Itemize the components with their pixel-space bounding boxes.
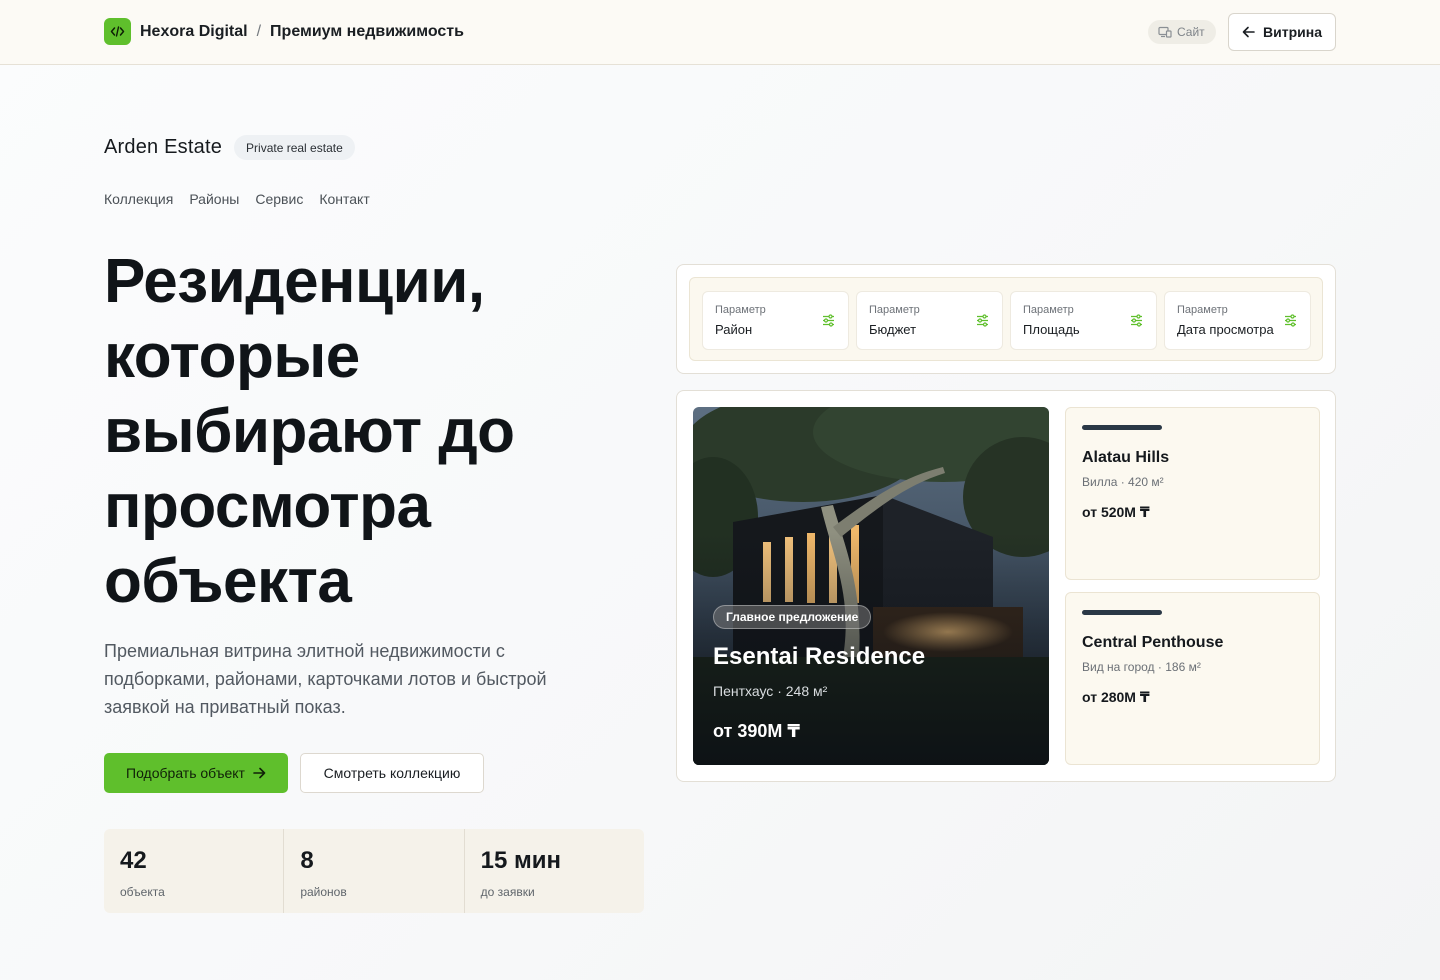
featured-badge: Главное предложение	[713, 605, 872, 629]
view-collection-label: Смотреть коллекцию	[323, 765, 461, 781]
code-icon	[104, 18, 131, 45]
estate-header: Arden Estate Private real estate	[104, 135, 355, 160]
estate-name[interactable]: Arden Estate	[104, 136, 222, 159]
filter-label: Параметр	[1177, 304, 1228, 316]
filter-value: Дата просмотра	[1177, 322, 1274, 337]
stat-item: 15 мин до заявки	[465, 829, 644, 913]
filter-label: Параметр	[1023, 304, 1074, 316]
stats-panel: 42 объекта 8 районов 15 мин до заявки	[104, 829, 644, 913]
listing-title: Central Penthouse	[1082, 634, 1224, 651]
filter-card: Параметр Район Параметр Бюджет Параметр …	[676, 264, 1336, 374]
estate-nav: Коллекция Районы Сервис Контакт	[104, 191, 370, 207]
sliders-icon	[977, 314, 988, 327]
hero-subtitle: Премиальная витрина элитной недвижимости…	[104, 641, 547, 717]
filter-viewing-date[interactable]: Параметр Дата просмотра	[1164, 291, 1311, 350]
breadcrumb-separator: /	[256, 22, 262, 40]
devices-icon	[1158, 26, 1172, 38]
arrow-left-icon	[1242, 26, 1255, 38]
featured-photo	[693, 407, 1049, 765]
find-property-button[interactable]: Подобрать объект	[104, 753, 288, 793]
filter-value: Бюджет	[869, 322, 917, 337]
arrow-right-icon	[253, 767, 266, 779]
featured-price: от 390M ₸	[713, 721, 800, 741]
nav-item-contact[interactable]: Контакт	[319, 191, 369, 207]
filter-budget[interactable]: Параметр Бюджет	[856, 291, 1003, 350]
sliders-icon	[1131, 314, 1142, 327]
back-to-showcase-button[interactable]: Витрина	[1228, 13, 1336, 51]
filter-area[interactable]: Параметр Площадь	[1010, 291, 1157, 350]
listing-card-central[interactable]: Central Penthouse Вид на город · 186 м² …	[1065, 592, 1320, 765]
nav-item-service[interactable]: Сервис	[255, 191, 303, 207]
listing-card-alatau[interactable]: Alatau Hills Вилла · 420 м² от 520M ₸	[1065, 407, 1320, 580]
stat-item: 42 объекта	[104, 829, 285, 913]
sliders-icon	[823, 314, 834, 327]
stat-label: до заявки	[480, 885, 535, 899]
stat-label: районов	[300, 885, 347, 899]
filter-label: Параметр	[869, 304, 920, 316]
filter-label: Параметр	[715, 304, 766, 316]
sliders-icon	[1285, 314, 1296, 327]
filter-bar: Параметр Район Параметр Бюджет Параметр …	[689, 277, 1323, 361]
listing-meta: Вид на город · 186 м²	[1082, 660, 1201, 674]
brand[interactable]: Hexora Digital / Премиум недвижимость	[104, 18, 464, 45]
featured-title: Esentai Residence	[713, 643, 926, 670]
view-collection-button[interactable]: Смотреть коллекцию	[300, 753, 484, 793]
stat-item: 8 районов	[284, 829, 465, 913]
hero-title: Резиденции, которые выбирают до просмотр…	[104, 247, 515, 616]
filter-district[interactable]: Параметр Район	[702, 291, 849, 350]
stat-value: 15 мин	[480, 847, 562, 874]
listing-title: Alatau Hills	[1082, 449, 1170, 466]
nav-item-collection[interactable]: Коллекция	[104, 191, 173, 207]
filter-value: Площадь	[1023, 322, 1080, 337]
filter-value: Район	[715, 322, 753, 337]
listing-meta: Вилла · 420 м²	[1082, 475, 1164, 489]
stat-label: объекта	[120, 885, 165, 899]
accent-bar	[1082, 610, 1162, 615]
listing-price: от 280M ₸	[1082, 689, 1150, 705]
back-label: Витрина	[1263, 24, 1322, 40]
top-bar: Hexora Digital / Премиум недвижимость Са…	[0, 0, 1440, 65]
featured-listing[interactable]: Главное предложение Esentai Residence Пе…	[693, 407, 1049, 765]
featured-meta: Пентхаус · 248 м²	[713, 683, 828, 699]
listing-price: от 520M ₸	[1082, 504, 1150, 520]
brand-name: Hexora Digital	[140, 22, 248, 40]
estate-badge: Private real estate	[234, 135, 355, 160]
nav-item-districts[interactable]: Районы	[189, 191, 239, 207]
listings-card: Главное предложение Esentai Residence Пе…	[676, 390, 1336, 782]
site-label: Сайт	[1177, 25, 1205, 39]
breadcrumb-section: Премиум недвижимость	[270, 22, 464, 40]
stat-value: 8	[300, 847, 314, 874]
accent-bar	[1082, 425, 1162, 430]
stat-value: 42	[120, 847, 147, 874]
find-property-label: Подобрать объект	[126, 765, 245, 781]
site-link[interactable]: Сайт	[1148, 20, 1216, 44]
